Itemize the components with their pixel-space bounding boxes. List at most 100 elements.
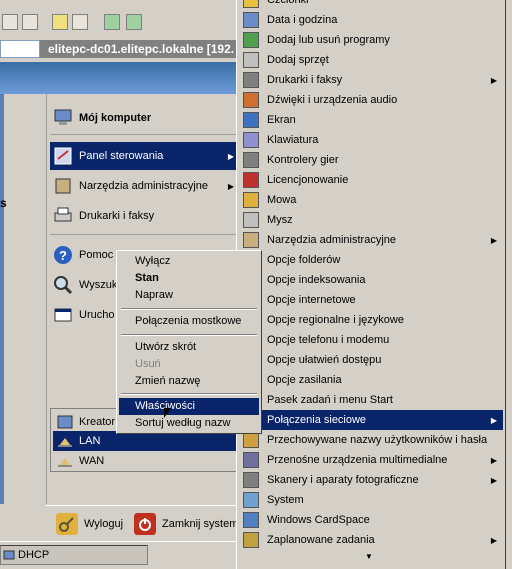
taskbar-button-dhcp[interactable]: DHCP: [0, 545, 148, 565]
key-icon: [56, 513, 78, 535]
control-panel-item[interactable]: Połączenia sieciowe ▶: [239, 410, 503, 430]
address-input[interactable]: [0, 40, 40, 58]
control-panel-item[interactable]: Licencjonowanie: [239, 170, 503, 190]
context-menu: Wyłącz Stan Napraw Połączenia mostkowe U…: [116, 250, 262, 434]
copy-icon[interactable]: [2, 14, 18, 30]
control-panel-item[interactable]: Skanery i aparaty fotograficzne ▶: [239, 470, 503, 490]
control-panel-item-label: Dźwięki i urządzenia audio: [267, 94, 398, 106]
properties-icon[interactable]: [72, 14, 88, 30]
separator: [121, 308, 257, 310]
left-panel-label: s: [0, 196, 7, 210]
help-icon: ?: [54, 246, 72, 264]
start-item-label: Pomoc i: [79, 249, 119, 261]
computer-icon: [54, 109, 72, 125]
control-panel-item[interactable]: Czcionki: [239, 0, 503, 10]
control-panel-item-label: Kontrolery gier: [267, 154, 339, 166]
control-panel-applet-icon: [243, 0, 259, 8]
dhcp-icon: [3, 550, 15, 560]
mouse-cursor-icon: [164, 408, 171, 418]
context-item-bridge[interactable]: Połączenia mostkowe: [119, 313, 259, 330]
control-panel-item[interactable]: Data i godzina: [239, 10, 503, 30]
context-item-create-shortcut[interactable]: Utwórz skrót: [119, 339, 259, 356]
control-panel-item[interactable]: Zaplanowane zadania ▶: [239, 530, 503, 550]
printer-icon: [54, 207, 72, 222]
control-panel-applet-icon: [243, 472, 259, 488]
help-icon[interactable]: [52, 14, 68, 30]
control-panel-item[interactable]: Dodaj sprzęt: [239, 50, 503, 70]
control-panel-item[interactable]: Opcje internetowe: [239, 290, 503, 310]
submenu-item-wan[interactable]: WAN: [53, 451, 237, 471]
submenu-arrow-icon: ▶: [490, 535, 497, 545]
separator: [50, 134, 236, 135]
control-panel-item[interactable]: Opcje indeksowania: [239, 270, 503, 290]
control-panel-item-label: Dodaj sprzęt: [267, 54, 329, 66]
submenu-arrow-icon: ▶: [490, 415, 497, 425]
control-panel-item-label: Narzędzia administracyjne: [267, 234, 396, 246]
control-panel-item[interactable]: Opcje folderów: [239, 250, 503, 270]
control-panel-item-label: Skanery i aparaty fotograficzne: [267, 474, 419, 486]
submenu-item-lan[interactable]: LAN: [53, 431, 237, 451]
control-panel-item-label: Przenośne urządzenia multimedialne: [267, 454, 448, 466]
control-panel-item[interactable]: Ekran: [239, 110, 503, 130]
network-connection-icon: [58, 458, 72, 467]
control-panel-item-label: Opcje internetowe: [267, 294, 356, 306]
control-panel-item[interactable]: Opcje regionalne i językowe: [239, 310, 503, 330]
control-panel-item[interactable]: Mysz: [239, 210, 503, 230]
control-panel-item-label: System: [267, 494, 304, 506]
control-panel-item[interactable]: Kontrolery gier: [239, 150, 503, 170]
control-panel-item[interactable]: Narzędzia administracyjne ▶: [239, 230, 503, 250]
context-item-delete: Usuń: [135, 358, 161, 370]
submenu-arrow-icon: ▶: [490, 75, 497, 85]
control-panel-item-label: Pasek zadań i menu Start: [267, 394, 393, 406]
logoff-button[interactable]: Wyloguj: [56, 511, 123, 537]
control-panel-item[interactable]: Mowa: [239, 190, 503, 210]
control-panel-item[interactable]: Klawiatura: [239, 130, 503, 150]
shutdown-button[interactable]: Zamknij system: [134, 511, 238, 537]
scroll-down-arrow-icon[interactable]: ▼: [365, 552, 373, 561]
paste-icon[interactable]: [22, 14, 38, 30]
control-panel-applet-icon: [243, 192, 259, 208]
control-panel-item-label: Klawiatura: [267, 134, 319, 146]
context-item-rename[interactable]: Zmień nazwę: [119, 373, 259, 390]
control-panel-applet-icon: [243, 452, 259, 468]
control-panel-item-label: Ekran: [267, 114, 296, 126]
context-item-properties[interactable]: Właściwości: [119, 398, 259, 415]
context-item-disable[interactable]: Wyłącz: [119, 253, 259, 270]
start-item-my-computer[interactable]: Mój komputer: [50, 103, 240, 133]
control-panel-applet-icon: [243, 52, 259, 68]
control-panel-item[interactable]: Windows CardSpace: [239, 510, 503, 530]
control-panel-item-label: Drukarki i faksy: [267, 74, 343, 86]
start-item-label: Drukarki i faksy: [79, 210, 155, 222]
control-panel-item[interactable]: Przenośne urządzenia multimedialne ▶: [239, 450, 503, 470]
control-panel-applet-icon: [243, 132, 259, 148]
control-panel-item[interactable]: Opcje telefonu i modemu: [239, 330, 503, 350]
control-panel-item[interactable]: Opcje zasilania: [239, 370, 503, 390]
address-field[interactable]: elitepc-dc01.elitepc.lokalne [192.: [40, 40, 240, 58]
monitor-icon[interactable]: [104, 14, 120, 30]
svg-text:?: ?: [59, 248, 67, 263]
control-panel-item[interactable]: Pasek zadań i menu Start: [239, 390, 503, 410]
control-panel-applet-icon: [243, 92, 259, 108]
start-item-control-panel[interactable]: Panel sterowania ▶: [50, 142, 240, 170]
taskbar: DHCP: [0, 541, 240, 569]
start-item-label: Mój komputer: [79, 112, 152, 124]
context-item-sort-by-name[interactable]: Sortuj według nazw: [119, 415, 259, 432]
network-icon[interactable]: [126, 14, 142, 30]
start-item-admin-tools[interactable]: Narzędzia administracyjne ▶: [50, 171, 240, 201]
submenu-arrow-icon: ▶: [227, 151, 234, 161]
control-panel-item[interactable]: Dźwięki i urządzenia audio: [239, 90, 503, 110]
control-panel-item-label: Opcje telefonu i modemu: [267, 334, 390, 346]
separator: [50, 234, 236, 235]
control-panel-item[interactable]: Przechowywane nazwy użytkowników i hasła: [239, 430, 503, 450]
control-panel-item-label: Zaplanowane zadania: [267, 534, 375, 546]
start-item-printers[interactable]: Drukarki i faksy: [50, 201, 240, 231]
control-panel-item[interactable]: Dodaj lub usuń programy: [239, 30, 503, 50]
context-item-repair[interactable]: Napraw: [119, 287, 259, 304]
control-panel-item-label: Mowa: [267, 194, 297, 206]
separator: [121, 393, 257, 395]
control-panel-item[interactable]: Drukarki i faksy ▶: [239, 70, 503, 90]
control-panel-item[interactable]: Opcje ułatwień dostępu: [239, 350, 503, 370]
control-panel-item[interactable]: System: [239, 490, 503, 510]
run-icon: [54, 308, 72, 322]
context-item-status[interactable]: Stan: [119, 270, 259, 287]
